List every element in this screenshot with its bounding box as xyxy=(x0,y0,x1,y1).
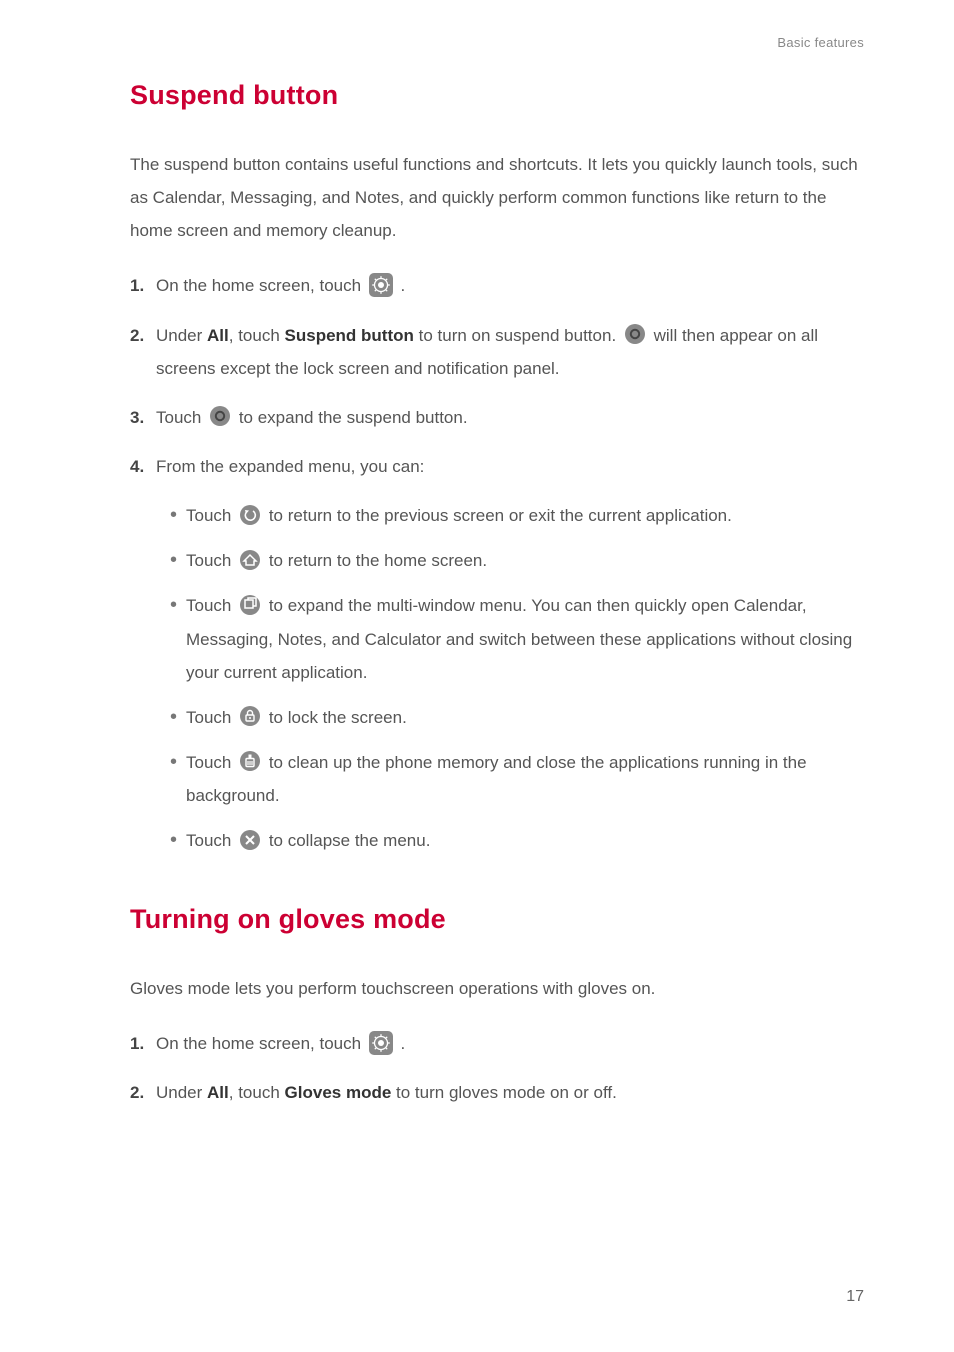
step-body: Under All, touch Suspend button to turn … xyxy=(156,319,864,385)
step-body: Touch to expand the suspend button. xyxy=(156,401,864,434)
text: to return to the previous screen or exit… xyxy=(269,506,732,525)
bullet-dot: • xyxy=(170,499,186,531)
bullet-body: Touch to return to the previous screen o… xyxy=(186,499,864,532)
intro-paragraph-1: The suspend button contains useful funct… xyxy=(130,148,864,247)
multiwindow-icon xyxy=(239,594,261,616)
text: to expand the multi-window menu. You can… xyxy=(186,596,852,681)
text: Touch xyxy=(186,596,236,615)
step-number: 4. xyxy=(130,450,156,483)
heading-gloves-mode: Turning on gloves mode xyxy=(130,893,864,946)
intro-paragraph-2: Gloves mode lets you perform touchscreen… xyxy=(130,972,864,1005)
header-section-label: Basic features xyxy=(130,30,864,55)
step-number: 2. xyxy=(130,1076,156,1109)
bullet-body: Touch to return to the home screen. xyxy=(186,544,864,577)
text: Touch xyxy=(186,506,236,525)
bullet-body: Touch to lock the screen. xyxy=(186,701,864,734)
text: to clean up the phone memory and close t… xyxy=(186,753,807,805)
bullet-dot: • xyxy=(170,701,186,733)
text: Touch xyxy=(186,753,236,772)
step-number: 1. xyxy=(130,1027,156,1060)
step-number: 1. xyxy=(130,269,156,302)
step-2: 2. Under All, touch Suspend button to tu… xyxy=(130,319,864,385)
heading-suspend-button: Suspend button xyxy=(130,69,864,122)
bullet-dot: • xyxy=(170,589,186,621)
step-1: 1. On the home screen, touch . xyxy=(130,269,864,302)
text: to turn gloves mode on or off. xyxy=(391,1083,617,1102)
expanded-menu-list: • Touch to return to the previous screen… xyxy=(170,499,864,857)
bullet-dot: • xyxy=(170,824,186,856)
lock-icon xyxy=(239,705,261,727)
cleanup-icon xyxy=(239,750,261,772)
step-3: 3. Touch to expand the suspend button. xyxy=(130,401,864,434)
text: Under xyxy=(156,326,207,345)
text: to turn on suspend button. xyxy=(414,326,621,345)
bullet-cleanup: • Touch to clean up the phone memory and… xyxy=(170,746,864,812)
text: . xyxy=(401,276,406,295)
step-2-gloves: 2. Under All, touch Gloves mode to turn … xyxy=(130,1076,864,1109)
bold-suspend-button: Suspend button xyxy=(285,326,414,345)
page-number: 17 xyxy=(846,1281,864,1312)
step-body: On the home screen, touch . xyxy=(156,269,864,302)
step-1-gloves: 1. On the home screen, touch . xyxy=(130,1027,864,1060)
text: Under xyxy=(156,1083,207,1102)
bullet-body: Touch to expand the multi-window menu. Y… xyxy=(186,589,864,688)
text: . xyxy=(401,1034,406,1053)
bullet-body: Touch to clean up the phone memory and c… xyxy=(186,746,864,812)
settings-icon xyxy=(369,273,393,297)
bullet-back: • Touch to return to the previous screen… xyxy=(170,499,864,532)
settings-icon xyxy=(369,1031,393,1055)
close-icon xyxy=(239,829,261,851)
text: Touch xyxy=(156,408,206,427)
text: to lock the screen. xyxy=(269,708,407,727)
bullet-lock: • Touch to lock the screen. xyxy=(170,701,864,734)
step-number: 3. xyxy=(130,401,156,434)
bullet-home: • Touch to return to the home screen. xyxy=(170,544,864,577)
text: Touch xyxy=(186,551,236,570)
bullet-collapse: • Touch to collapse the menu. xyxy=(170,824,864,857)
text: On the home screen, touch xyxy=(156,276,366,295)
step-4: 4. From the expanded menu, you can: xyxy=(130,450,864,483)
step-body: Under All, touch Gloves mode to turn glo… xyxy=(156,1076,864,1109)
bold-gloves-mode: Gloves mode xyxy=(285,1083,392,1102)
text: Touch xyxy=(186,708,236,727)
text: On the home screen, touch xyxy=(156,1034,366,1053)
step-body: From the expanded menu, you can: xyxy=(156,450,864,483)
bullet-dot: • xyxy=(170,746,186,778)
bullet-dot: • xyxy=(170,544,186,576)
text: to expand the suspend button. xyxy=(239,408,468,427)
text: Touch xyxy=(186,831,236,850)
step-body: On the home screen, touch . xyxy=(156,1027,864,1060)
text: to return to the home screen. xyxy=(269,551,487,570)
home-icon xyxy=(239,549,261,571)
suspend-button-icon xyxy=(209,405,231,427)
back-icon xyxy=(239,504,261,526)
suspend-button-icon xyxy=(624,323,646,345)
text: to collapse the menu. xyxy=(269,831,431,850)
bold-all: All xyxy=(207,1083,229,1102)
text: From the expanded menu, you can: xyxy=(156,457,424,476)
bullet-body: Touch to collapse the menu. xyxy=(186,824,864,857)
text: , touch xyxy=(229,1083,285,1102)
bullet-multiwindow: • Touch to expand the multi-window menu.… xyxy=(170,589,864,688)
step-number: 2. xyxy=(130,319,156,352)
bold-all: All xyxy=(207,326,229,345)
text: , touch xyxy=(229,326,285,345)
